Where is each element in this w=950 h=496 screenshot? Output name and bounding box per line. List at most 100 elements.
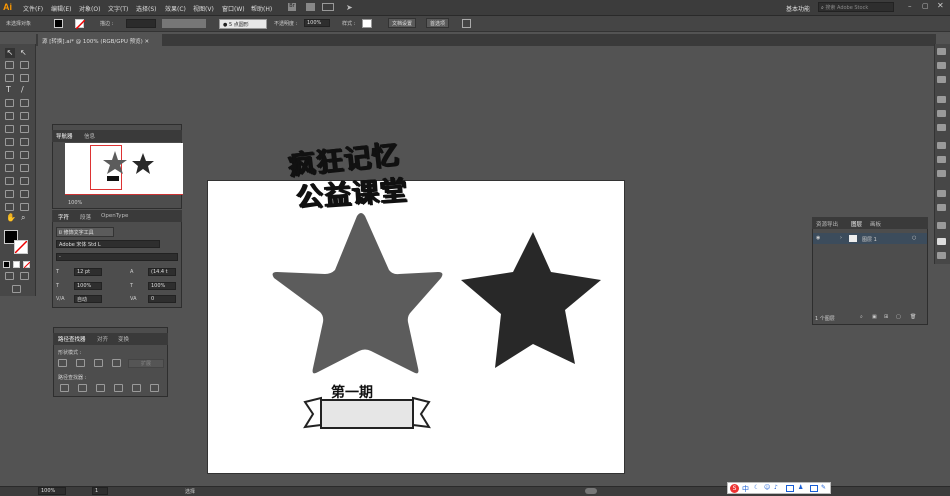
new-sublayer-icon[interactable]: ⊞ xyxy=(884,314,888,320)
gradient-tool-icon[interactable] xyxy=(20,164,29,172)
outline-icon[interactable] xyxy=(132,384,141,392)
tab-artboards[interactable]: 画板 xyxy=(870,220,881,228)
preferences-button[interactable]: 首选项 xyxy=(426,18,450,28)
rectangle-tool-icon[interactable] xyxy=(5,99,14,107)
font-family-field[interactable]: Adobe 宋体 Std L xyxy=(56,240,160,248)
tab-layers[interactable]: 图层 xyxy=(851,220,862,228)
free-transform-tool-icon[interactable] xyxy=(20,138,29,146)
direct-selection-tool-icon[interactable]: ↖ xyxy=(20,48,27,57)
close-tab-icon[interactable]: ✕ xyxy=(145,39,150,45)
curvature-tool-icon[interactable] xyxy=(20,74,29,82)
color-mode-icon[interactable] xyxy=(3,261,10,268)
column-graph-tool-icon[interactable] xyxy=(20,190,29,198)
stroke-panel-icon[interactable] xyxy=(937,156,946,163)
trim-icon[interactable] xyxy=(78,384,87,392)
perspective-grid-tool-icon[interactable] xyxy=(20,151,29,159)
close-icon[interactable]: ✕ xyxy=(937,1,944,10)
draw-normal-icon[interactable] xyxy=(5,272,14,280)
tab-character[interactable]: 字符 xyxy=(58,213,69,221)
layers-panel-icon[interactable] xyxy=(937,238,946,245)
gradient-mode-icon[interactable] xyxy=(13,261,20,268)
eraser-tool-icon[interactable] xyxy=(20,112,29,120)
bridge-icon[interactable]: Br xyxy=(288,3,296,11)
merge-icon[interactable] xyxy=(96,384,105,392)
selection-tool-icon[interactable]: ↖ xyxy=(5,48,15,58)
horizontal-scrollbar-thumb[interactable] xyxy=(585,488,597,494)
type-tool-icon[interactable]: T xyxy=(6,85,11,94)
artboard-number-field[interactable]: 1 xyxy=(92,487,108,495)
slice-tool-icon[interactable] xyxy=(20,203,29,211)
stroke-swatch[interactable] xyxy=(75,19,85,29)
unite-icon[interactable] xyxy=(58,359,67,367)
lasso-tool-icon[interactable] xyxy=(20,61,29,69)
leading-field[interactable]: (14.4 t xyxy=(148,268,176,276)
horizontal-scale-field[interactable]: 100% xyxy=(148,282,176,290)
zoom-level-field[interactable]: 100% xyxy=(38,487,66,495)
minimize-icon[interactable]: – xyxy=(908,2,912,10)
delete-layer-icon[interactable]: 🗑 xyxy=(910,314,916,320)
minus-back-icon[interactable] xyxy=(150,384,159,392)
menu-file[interactable]: 文件(F) xyxy=(23,4,43,13)
ime-voice-icon[interactable]: ♪ xyxy=(774,484,778,491)
tab-info[interactable]: 信息 xyxy=(84,132,95,140)
color-panel-icon[interactable] xyxy=(937,48,946,55)
tab-asset-export[interactable]: 资源导出 xyxy=(816,220,838,228)
ime-skin-icon[interactable] xyxy=(810,485,818,492)
locate-object-icon[interactable]: ⌕ xyxy=(860,314,863,320)
magic-wand-tool-icon[interactable] xyxy=(5,61,14,69)
layer-target-icon[interactable]: ○ xyxy=(912,235,916,241)
document-setup-button[interactable]: 文档设置 xyxy=(388,18,417,28)
ime-punct-icon[interactable]: ☾ xyxy=(754,484,759,491)
font-style-field[interactable]: - xyxy=(56,253,178,261)
ime-logo-icon[interactable]: S xyxy=(730,484,739,493)
ime-tools-icon[interactable]: ✎ xyxy=(821,484,826,491)
width-tool-icon[interactable] xyxy=(5,138,14,146)
variable-width-profile[interactable] xyxy=(162,19,206,28)
eyedropper-tool-icon[interactable] xyxy=(5,177,14,185)
cc-libraries-panel-icon[interactable] xyxy=(937,76,946,83)
tab-pathfinder[interactable]: 路径查找器 xyxy=(58,335,86,343)
properties-panel-icon[interactable] xyxy=(937,96,946,103)
expand-button[interactable]: 扩展 xyxy=(128,359,164,368)
menu-edit[interactable]: 编辑(E) xyxy=(51,4,71,13)
ime-user-icon[interactable]: ♟ xyxy=(798,484,803,491)
pen-tool-icon[interactable] xyxy=(5,74,14,82)
crop-icon[interactable] xyxy=(114,384,123,392)
mesh-tool-icon[interactable] xyxy=(5,164,14,172)
vertical-scale-field[interactable]: 100% xyxy=(74,282,102,290)
expand-layer-icon[interactable]: › xyxy=(840,235,842,241)
tab-opentype[interactable]: OpenType xyxy=(101,213,128,219)
visibility-eye-icon[interactable]: ◉ xyxy=(816,235,820,241)
paintbrush-tool-icon[interactable] xyxy=(20,99,29,107)
menu-type[interactable]: 文字(T) xyxy=(108,4,128,13)
workspace-switcher[interactable]: 基本功能 xyxy=(786,4,810,13)
hand-tool-icon[interactable]: ✋ xyxy=(6,213,16,222)
draw-behind-icon[interactable] xyxy=(20,272,29,280)
symbol-sprayer-tool-icon[interactable] xyxy=(5,190,14,198)
line-tool-icon[interactable]: / xyxy=(21,85,24,94)
export-panel-icon[interactable] xyxy=(937,222,946,229)
maximize-icon[interactable]: ▢ xyxy=(922,2,929,10)
menu-select[interactable]: 选择(S) xyxy=(136,4,157,13)
clipping-mask-icon[interactable]: ▣ xyxy=(872,314,877,320)
none-mode-icon[interactable] xyxy=(23,261,30,268)
artboards-panel-icon[interactable] xyxy=(937,252,946,259)
shaper-tool-icon[interactable] xyxy=(5,112,14,120)
menu-effect[interactable]: 效果(C) xyxy=(165,4,186,13)
layer-name[interactable]: 图层 1 xyxy=(862,236,877,243)
ime-keyboard-icon[interactable] xyxy=(786,485,794,492)
screen-mode-icon[interactable] xyxy=(12,285,21,293)
stroke-weight-field[interactable] xyxy=(126,19,156,28)
graphic-style-swatch[interactable] xyxy=(362,19,372,28)
menu-window[interactable]: 窗口(W) xyxy=(222,4,245,13)
tracking-field[interactable]: 0 xyxy=(148,295,176,303)
divide-icon[interactable] xyxy=(60,384,69,392)
intersect-icon[interactable] xyxy=(94,359,103,367)
navigator-zoom[interactable]: 100% xyxy=(68,200,82,206)
exclude-icon[interactable] xyxy=(112,359,121,367)
menu-view[interactable]: 视图(V) xyxy=(193,4,214,13)
artboard-tool-icon[interactable] xyxy=(5,203,14,211)
arrange-documents-icon[interactable] xyxy=(322,3,334,11)
rotate-tool-icon[interactable] xyxy=(5,125,14,133)
scale-tool-icon[interactable] xyxy=(20,125,29,133)
